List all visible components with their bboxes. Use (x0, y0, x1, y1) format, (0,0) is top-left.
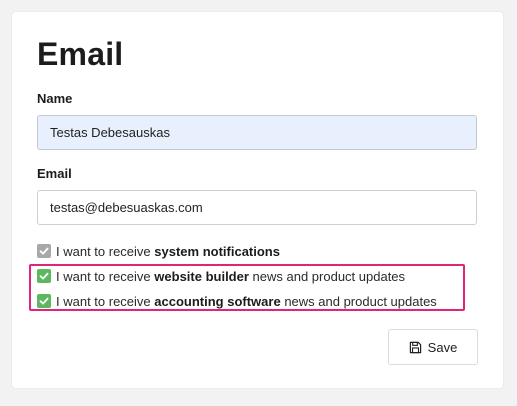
page-title: Email (37, 36, 124, 72)
floppy-disk-icon (409, 341, 421, 353)
email-field[interactable] (37, 190, 477, 225)
name-field[interactable] (37, 115, 477, 150)
system-notifications-checkbox[interactable] (37, 244, 51, 258)
checkbox-label-bold: system notifications (154, 243, 280, 259)
system-notifications-option[interactable]: I want to receive system notifications (37, 242, 280, 260)
save-button-label: Save (427, 339, 458, 355)
email-settings-card: Email Name Email I want to receive syste… (12, 12, 503, 388)
checkmark-icon (39, 247, 49, 255)
email-label: Email (37, 166, 72, 181)
name-label: Name (37, 91, 73, 106)
highlight-box (29, 264, 465, 311)
save-button[interactable]: Save (388, 329, 478, 365)
checkbox-label-prefix: I want to receive (56, 243, 155, 259)
